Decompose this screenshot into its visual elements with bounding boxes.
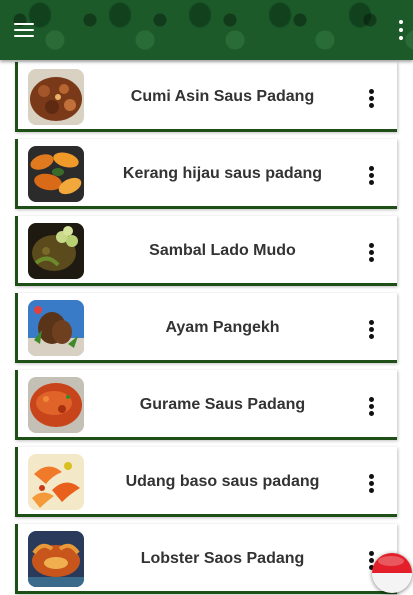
recipe-title: Lobster Saos Padang [140, 550, 305, 567]
shrimp-dish-thumbnail [28, 454, 84, 510]
more-vertical-icon[interactable] [369, 166, 375, 185]
more-vertical-icon[interactable] [369, 320, 375, 339]
recipe-card[interactable]: Cumi Asin Saus Padang [15, 62, 397, 132]
recipe-card[interactable]: Ayam Pangekh [15, 293, 397, 363]
recipe-title: Udang baso saus padang [125, 473, 320, 490]
recipe-title: Kerang hijau saus padang [122, 165, 323, 182]
recipe-card[interactable]: Lobster Saos Padang [15, 524, 397, 594]
recipe-title: Cumi Asin Saus Padang [130, 88, 315, 105]
green-mussel-dish-thumbnail [28, 146, 84, 202]
more-vertical-icon[interactable] [369, 89, 375, 108]
recipe-title: Sambal Lado Mudo [149, 242, 296, 259]
gourami-fish-dish-thumbnail [28, 377, 84, 433]
green-chili-sambal-thumbnail [28, 223, 84, 279]
recipe-card[interactable]: Gurame Saus Padang [15, 370, 397, 440]
overflow-menu-icon[interactable] [397, 20, 405, 40]
recipe-card[interactable]: Kerang hijau saus padang [15, 139, 397, 209]
recipe-card[interactable]: Udang baso saus padang [15, 447, 397, 517]
recipe-card[interactable]: Sambal Lado Mudo [15, 216, 397, 286]
recipe-title: Ayam Pangekh [165, 319, 280, 336]
app-bar [0, 0, 413, 60]
more-vertical-icon[interactable] [369, 397, 375, 416]
indonesia-flag-icon[interactable] [372, 553, 412, 593]
more-vertical-icon[interactable] [369, 243, 375, 262]
recipe-title: Gurame Saus Padang [139, 396, 306, 413]
chicken-dish-thumbnail [28, 300, 84, 356]
lobster-dish-thumbnail [28, 531, 84, 587]
hamburger-menu-icon[interactable] [14, 23, 34, 37]
squid-dish-thumbnail [28, 69, 84, 125]
more-vertical-icon[interactable] [369, 474, 375, 493]
